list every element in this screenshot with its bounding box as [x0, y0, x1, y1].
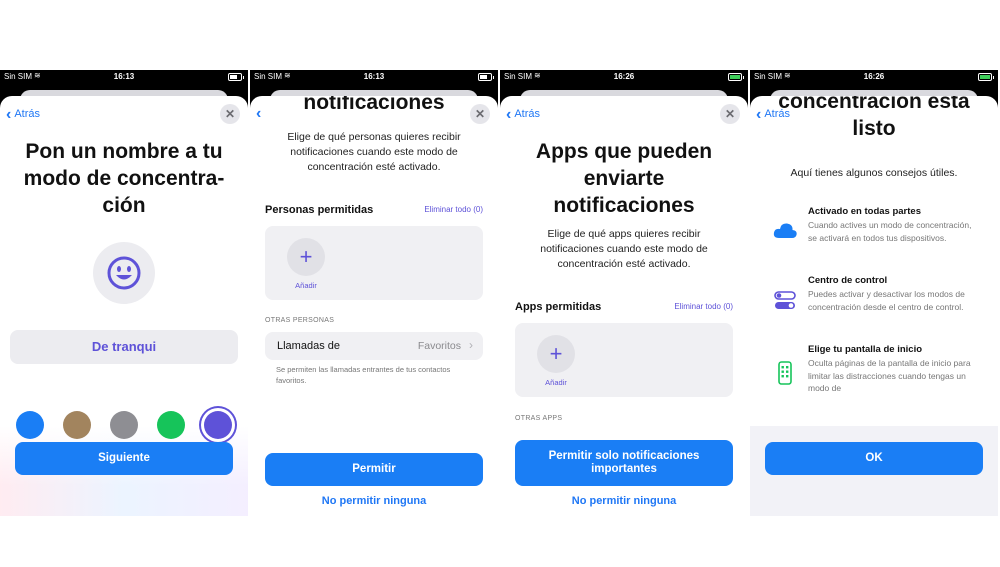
add-person-button[interactable]: + — [287, 238, 325, 276]
plus-icon: + — [299, 244, 313, 269]
section-header: Personas permitidas Eliminar todo (0) — [265, 204, 483, 216]
allow-none-button[interactable]: No permitir ninguna — [500, 495, 748, 507]
color-picker — [0, 409, 248, 439]
status-bar: Sin SIM ≋ 16:26 — [750, 70, 998, 84]
tip-everywhere: Activado en todas partes Cuando actives … — [772, 206, 976, 266]
back-button[interactable]: ‹ — [256, 105, 262, 122]
other-people-header: OTRAS PERSONAS — [265, 317, 335, 324]
close-icon: ✕ — [474, 107, 486, 121]
page-title: Pon un nombre a tu modo de concentra- ci… — [23, 140, 225, 217]
battery-charging-icon — [728, 73, 744, 81]
next-button[interactable]: Siguiente — [15, 442, 233, 475]
battery-icon — [228, 73, 244, 81]
phone-screen-icon — [778, 361, 792, 385]
chevron-left-icon: ‹ — [256, 105, 262, 122]
calls-from-value: Favoritos — [417, 340, 461, 352]
close-button[interactable]: ✕ — [470, 104, 490, 124]
clock: 16:26 — [613, 72, 635, 81]
screen-allowed-apps: Sin SIM ≋ 16:26 ‹ Atrás ✕ Apps que puede… — [500, 70, 748, 516]
section-title: Apps permitidas — [515, 301, 602, 313]
tip-title: Centro de control — [808, 275, 888, 286]
back-button[interactable]: ‹ Atrás — [506, 105, 541, 123]
tip-title: Activado en todas partes — [808, 206, 921, 217]
ok-button[interactable]: OK — [765, 442, 983, 475]
add-app-button[interactable]: + — [537, 335, 575, 373]
battery-icon — [478, 73, 494, 81]
status-bar: Sin SIM ≋ 16:13 — [250, 70, 498, 84]
status-bar: Sin SIM ≋ 16:26 — [500, 70, 748, 84]
back-label: Atrás — [514, 108, 541, 120]
close-icon: ✕ — [724, 107, 736, 121]
screen-name-focus: Sin SIM ≋ 16:13 ‹ Atrás ✕ Pon un nombre … — [0, 70, 248, 516]
clock: 16:13 — [363, 72, 385, 81]
calls-from-row[interactable]: Llamadas de Favoritos › — [265, 332, 483, 360]
other-apps-header: OTRAS APPS — [515, 415, 563, 422]
page-subtitle: Elige de qué apps quieres recibir notifi… — [540, 228, 708, 270]
modal-sheet: notificaciones ‹ ✕ Elige de qué personas… — [250, 96, 498, 516]
page-title: Apps que pueden enviarte notificaciones — [535, 140, 713, 217]
allow-button[interactable]: Permitir — [265, 453, 483, 486]
clock: 16:26 — [863, 72, 885, 81]
tip-home-screen: Elige tu pantalla de inicio Oculta págin… — [772, 344, 976, 414]
add-label: Añadir — [545, 378, 567, 387]
clock: 16:13 — [113, 72, 135, 81]
emoji-picker-button[interactable] — [93, 242, 155, 304]
people-card: + Añadir — [265, 226, 483, 300]
section-header: Apps permitidas Eliminar todo (0) — [515, 301, 733, 313]
page-subtitle: Aquí tienes algunos consejos útiles. — [790, 167, 958, 179]
cloud-icon — [773, 223, 797, 238]
status-bar: Sin SIM ≋ 16:13 — [0, 70, 248, 84]
modal-sheet: concentración está listo ‹ Atrás Aquí ti… — [750, 96, 998, 516]
toggles-icon — [774, 291, 796, 309]
color-swatch-blue[interactable] — [16, 411, 44, 439]
smiley-face-icon — [107, 256, 141, 290]
color-swatch-brown[interactable] — [63, 411, 91, 439]
section-title: Personas permitidas — [265, 204, 374, 216]
back-label: Atrás — [764, 108, 791, 120]
page-title: concentración está listo — [778, 96, 970, 140]
close-button[interactable]: ✕ — [720, 104, 740, 124]
tip-description: Puedes activar y desactivar los modos de… — [808, 289, 965, 312]
back-label: Atrás — [14, 108, 41, 120]
screen-focus-ready: Sin SIM ≋ 16:26 concentración está listo… — [750, 70, 998, 516]
color-swatch-green[interactable] — [157, 411, 185, 439]
focus-name-input[interactable]: De tranqui — [10, 330, 238, 364]
close-button[interactable]: ✕ — [220, 104, 240, 124]
remove-all-link[interactable]: Eliminar todo (0) — [424, 205, 483, 214]
calls-from-label: Llamadas de — [277, 340, 340, 352]
battery-charging-icon — [978, 73, 994, 81]
allow-none-button[interactable]: No permitir ninguna — [250, 495, 498, 507]
apps-card: + Añadir — [515, 323, 733, 397]
chevron-right-icon: › — [469, 338, 473, 352]
allow-important-button[interactable]: Permitir solo notificaciones importantes — [515, 440, 733, 486]
chevron-left-icon: ‹ — [756, 105, 762, 123]
modal-sheet: ‹ Atrás ✕ Pon un nombre a tu modo de con… — [0, 96, 248, 516]
tip-title: Elige tu pantalla de inicio — [808, 344, 923, 355]
back-button[interactable]: ‹ Atrás — [756, 105, 791, 123]
page-subtitle: Elige de qué personas quieres recibir no… — [287, 131, 461, 173]
chevron-left-icon: ‹ — [506, 105, 512, 123]
remove-all-link[interactable]: Eliminar todo (0) — [674, 302, 733, 311]
tip-description: Cuando actives un modo de concentración,… — [808, 220, 972, 243]
tip-control-center: Centro de control Puedes activar y desac… — [772, 275, 976, 335]
chevron-left-icon: ‹ — [6, 105, 12, 123]
add-label: Añadir — [295, 281, 317, 290]
color-swatch-indigo[interactable] — [204, 411, 232, 439]
tip-description: Oculta páginas de la pantalla de inicio … — [808, 358, 971, 393]
color-swatch-gray[interactable] — [110, 411, 138, 439]
screen-allowed-people: Sin SIM ≋ 16:13 notificaciones ‹ ✕ Elige… — [250, 70, 498, 516]
modal-sheet: ‹ Atrás ✕ Apps que pueden enviarte notif… — [500, 96, 748, 516]
calls-footnote: Se permiten las llamadas entrantes de tu… — [276, 365, 451, 385]
plus-icon: + — [549, 341, 563, 366]
back-button[interactable]: ‹ Atrás — [6, 105, 41, 123]
close-icon: ✕ — [224, 107, 236, 121]
